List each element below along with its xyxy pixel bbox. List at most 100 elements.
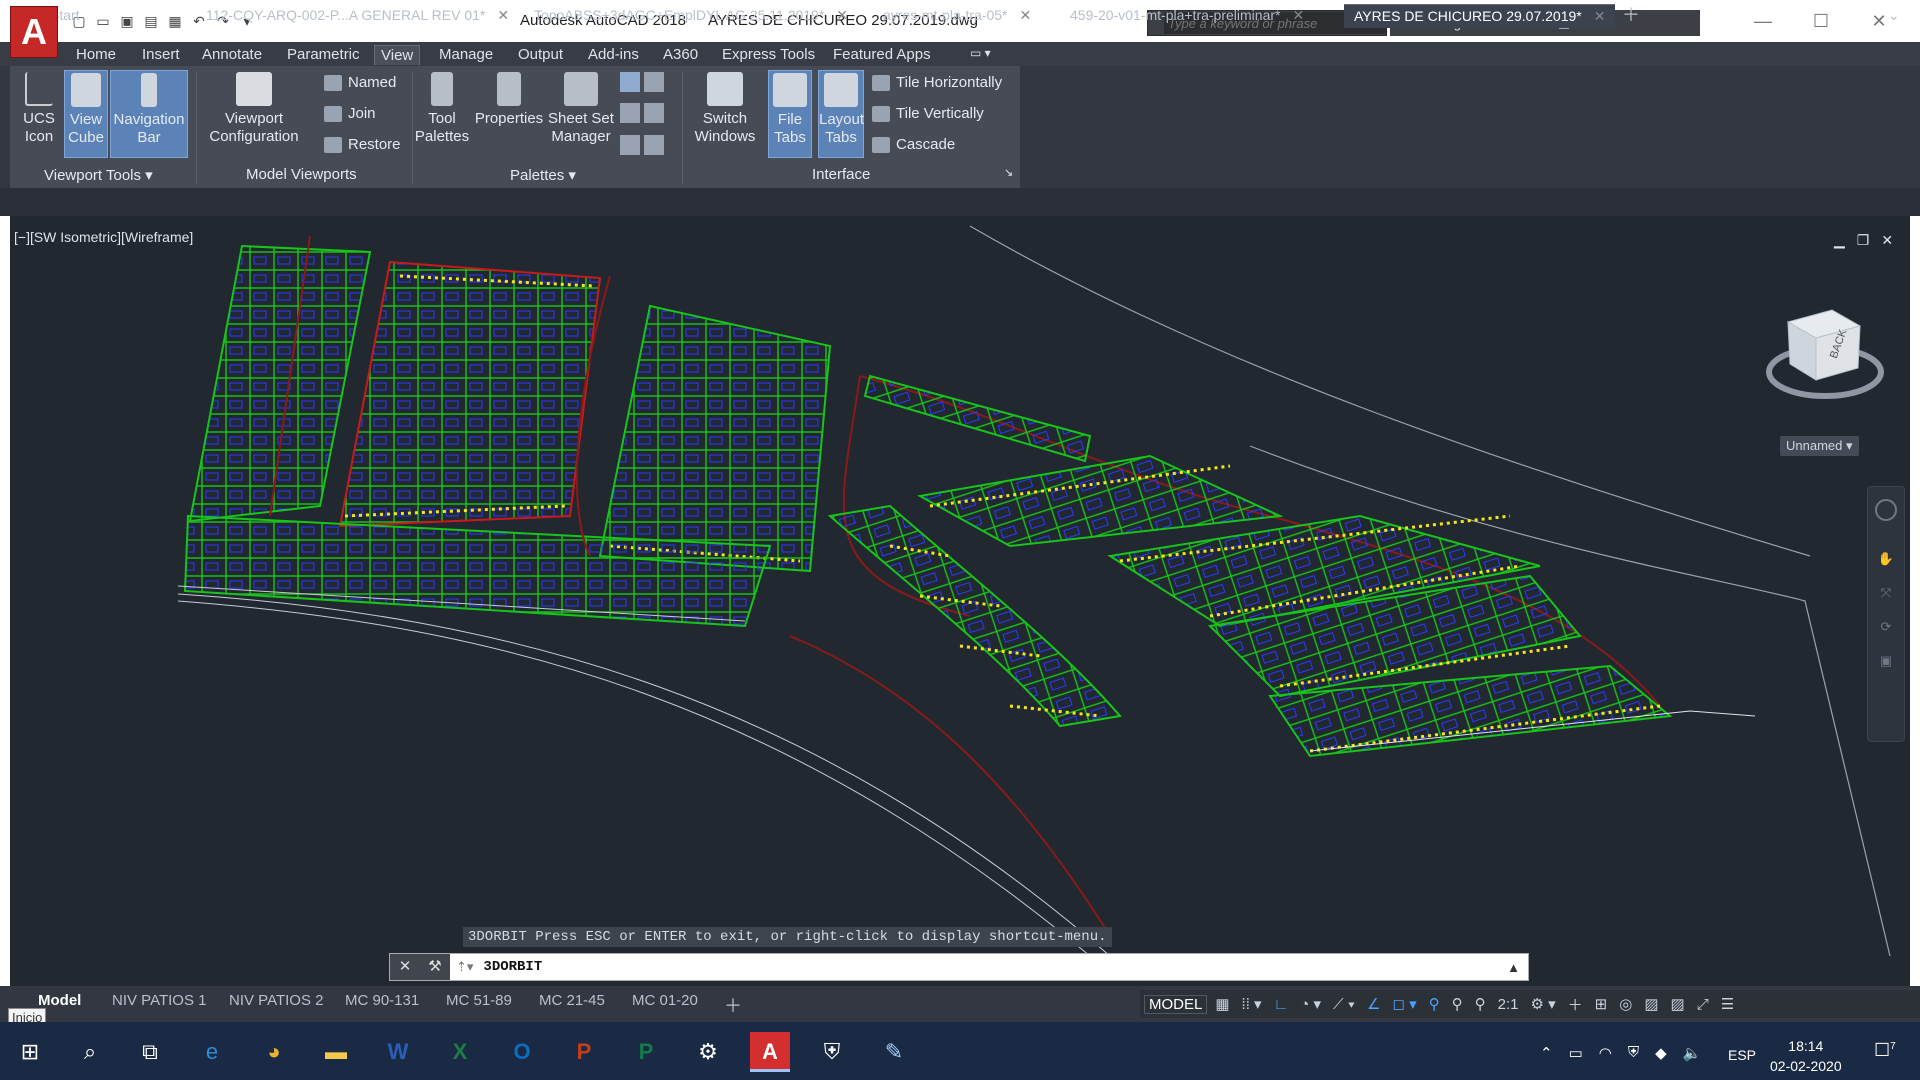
- command-history-icon[interactable]: ▲: [1507, 960, 1528, 975]
- add-layout-button[interactable]: ＋: [724, 992, 742, 1018]
- zoom-extents-icon[interactable]: ⤧: [1876, 585, 1896, 605]
- design-center-icon[interactable]: [620, 72, 640, 92]
- tab-featured-apps[interactable]: Featured Apps: [827, 45, 937, 64]
- save-icon[interactable]: ▣: [116, 10, 138, 32]
- security-icon[interactable]: ⛨: [1628, 1044, 1639, 1062]
- file-tabs-button[interactable]: File Tabs: [768, 70, 812, 158]
- close-tab-icon[interactable]: ✕: [1019, 7, 1031, 23]
- notifications-icon[interactable]: ☐7: [1874, 1040, 1896, 1061]
- layout-tab[interactable]: MC 21-45: [539, 992, 605, 1009]
- tab-insert[interactable]: Insert: [136, 45, 186, 64]
- markup-icon[interactable]: [644, 72, 664, 92]
- showmotion-icon[interactable]: ▣: [1876, 653, 1896, 673]
- tray-chevron-icon[interactable]: ⌃: [1540, 1044, 1553, 1062]
- close-tab-icon[interactable]: ✕: [1594, 8, 1606, 24]
- task-view-icon[interactable]: ⧉: [130, 1032, 170, 1072]
- customization-icon[interactable]: ☰: [1717, 995, 1738, 1013]
- view-cube[interactable]: BACK: [1760, 300, 1890, 410]
- drawing-viewport[interactable]: [10, 216, 1910, 986]
- isodraft-icon[interactable]: ⟋ ▾: [1329, 996, 1359, 1013]
- annotation-monitor-icon[interactable]: ＋: [1564, 994, 1587, 1015]
- orbit-icon[interactable]: ⟳: [1876, 619, 1896, 639]
- word-icon[interactable]: W: [378, 1032, 418, 1072]
- chrome-icon[interactable]: ◕: [254, 1032, 294, 1072]
- annotation-scale-icon[interactable]: ⚲: [1471, 995, 1490, 1013]
- doc-tab[interactable]: TopoABSS+3dAGC+EmplDYL AG 25.11.2019* ✕: [534, 4, 848, 28]
- panel-viewport-tools[interactable]: Viewport Tools ▾: [44, 166, 153, 184]
- units-icon[interactable]: ⊞: [1591, 995, 1612, 1013]
- named-button[interactable]: Named: [324, 74, 396, 91]
- ucs-menu-button[interactable]: Unnamed ▾: [1780, 436, 1859, 456]
- project-icon[interactable]: P: [626, 1032, 666, 1072]
- close-tab-icon[interactable]: ✕: [836, 7, 848, 23]
- command-customize-icon[interactable]: ⚒: [420, 954, 450, 980]
- command-line-icon[interactable]: [644, 134, 664, 155]
- close-tab-icon[interactable]: ✕: [1292, 7, 1304, 23]
- clean-screen-icon[interactable]: ⤢: [1693, 996, 1713, 1013]
- tab-overflow-icon[interactable]: ⌄: [1888, 4, 1900, 28]
- tab-express-tools[interactable]: Express Tools: [716, 45, 821, 64]
- hardware-acceleration-icon[interactable]: ▨: [1640, 995, 1662, 1013]
- layout-tab[interactable]: NIV PATIOS 1: [112, 992, 206, 1009]
- object-snap-icon[interactable]: ◻ ▾: [1388, 995, 1420, 1013]
- navigation-bar-button[interactable]: Navigation Bar: [110, 70, 188, 158]
- clock[interactable]: 18:14 02-02-2020: [1770, 1036, 1842, 1076]
- model-space-toggle[interactable]: MODEL: [1144, 994, 1208, 1014]
- ribbon-minimize-icon[interactable]: ▭ ▾: [964, 45, 997, 61]
- print-icon[interactable]: ▦: [164, 10, 186, 32]
- command-input[interactable]: [473, 959, 1474, 975]
- view-cube-button[interactable]: View Cube: [64, 70, 108, 158]
- doc-tab[interactable]: 459-20-v01-mt-pla+tra-preliminar* ✕: [1070, 4, 1304, 28]
- object-snap-tracking-icon[interactable]: ∠: [1363, 995, 1384, 1013]
- recent-commands-icon[interactable]: ⇡▾: [450, 959, 473, 975]
- annotation-scale[interactable]: 2:1: [1494, 996, 1523, 1013]
- quickcalc-icon[interactable]: [644, 103, 664, 124]
- ucs-icon-button[interactable]: UCS Icon: [14, 72, 64, 146]
- layout-tab[interactable]: NIV PATIOS 2: [229, 992, 323, 1009]
- tile-horizontally-button[interactable]: Tile Horizontally: [872, 74, 1002, 91]
- tab-a360[interactable]: A360: [657, 45, 704, 64]
- search-icon[interactable]: ⌕: [70, 1032, 110, 1072]
- layout-tab[interactable]: MC 01-20: [632, 992, 698, 1009]
- save-as-icon[interactable]: ▤: [140, 10, 162, 32]
- annotation-visibility-icon[interactable]: ⚲: [1425, 995, 1444, 1013]
- graphics-performance-icon[interactable]: ▨: [1667, 995, 1689, 1013]
- ortho-icon[interactable]: ∟: [1270, 996, 1293, 1013]
- paint-icon[interactable]: ✎: [874, 1032, 914, 1072]
- snap-icon[interactable]: ⁞⁞ ▾: [1238, 995, 1266, 1013]
- doc-tab[interactable]: ayres-mt-pla-tra-05* ✕: [883, 4, 1031, 28]
- dropbox-icon[interactable]: ◆: [1655, 1044, 1667, 1062]
- command-close-icon[interactable]: ✕: [390, 954, 420, 980]
- pan-icon[interactable]: ✋: [1876, 551, 1896, 571]
- cascade-button[interactable]: Cascade: [872, 136, 955, 153]
- workspace-gear-icon[interactable]: ⚙ ▾: [1527, 995, 1560, 1013]
- doc-tab[interactable]: 112-CQY-ARQ-002-P...A GENERAL REV 01* ✕: [206, 4, 509, 28]
- grid-icon[interactable]: ▦: [1211, 995, 1233, 1013]
- switch-windows-button[interactable]: Switch Windows: [688, 72, 762, 146]
- battery-icon[interactable]: ▭: [1569, 1044, 1583, 1062]
- properties-button[interactable]: Properties: [472, 72, 546, 128]
- settings-gear-icon[interactable]: ⚙: [688, 1032, 728, 1072]
- autocad-taskbar-icon[interactable]: A: [750, 1032, 790, 1072]
- polar-icon[interactable]: ◔ ▾: [1296, 995, 1325, 1013]
- layout-tab-model[interactable]: Model: [38, 992, 81, 1009]
- restore-button[interactable]: Restore: [324, 136, 401, 153]
- isolate-objects-icon[interactable]: ◎: [1615, 995, 1636, 1013]
- dbconnect-icon[interactable]: [620, 103, 640, 124]
- viewport-restore-icon[interactable]: ❐: [1857, 232, 1870, 249]
- autocad-logo-button[interactable]: A: [10, 6, 58, 58]
- volume-icon[interactable]: 🔈: [1683, 1044, 1702, 1062]
- open-icon[interactable]: ▭: [92, 10, 114, 32]
- panel-palettes[interactable]: Palettes ▾: [510, 166, 576, 184]
- edge-icon[interactable]: e: [192, 1032, 232, 1072]
- tab-home[interactable]: Home: [70, 45, 122, 64]
- outlook-icon[interactable]: O: [502, 1032, 542, 1072]
- file-explorer-icon[interactable]: ▬: [316, 1032, 356, 1072]
- join-button[interactable]: Join: [324, 105, 376, 122]
- tile-vertically-button[interactable]: Tile Vertically: [872, 105, 984, 122]
- excel-icon[interactable]: X: [440, 1032, 480, 1072]
- external-references-icon[interactable]: [620, 134, 640, 155]
- viewport-configuration-button[interactable]: Viewport Configuration: [204, 72, 304, 146]
- tool-palettes-button[interactable]: Tool Palettes: [414, 72, 470, 146]
- close-tab-icon[interactable]: ✕: [497, 7, 509, 23]
